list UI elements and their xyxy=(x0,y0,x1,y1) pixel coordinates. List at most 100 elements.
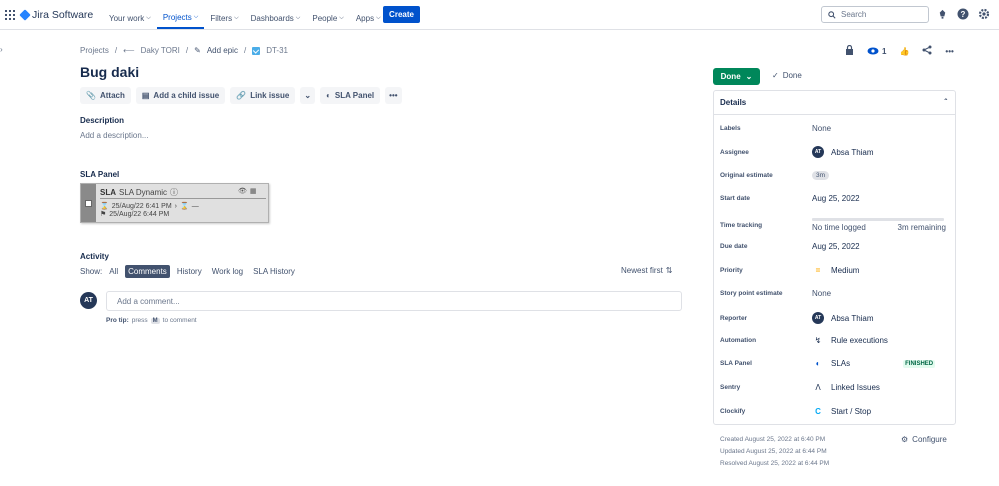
field-label: Original estimate xyxy=(720,172,773,179)
svg-text:?: ? xyxy=(961,10,966,19)
breadcrumb-separator: / xyxy=(243,46,247,55)
field-sentry: Sentry Λ Linked Issues xyxy=(720,383,950,392)
nav-people[interactable]: People ⌵ xyxy=(306,8,349,29)
time-logged: No time logged xyxy=(812,223,866,232)
nav-projects[interactable]: Projects ⌵ xyxy=(156,11,205,29)
sla-start-row: ⌛ 25/Aug/22 6:41 PM › ⌛ — xyxy=(100,202,199,211)
story-points-value[interactable]: None xyxy=(812,289,831,298)
field-label: Clockify xyxy=(720,408,746,415)
tab-history[interactable]: History xyxy=(174,265,205,278)
time-tracking-bar[interactable] xyxy=(812,218,944,221)
share-icon[interactable] xyxy=(922,45,932,57)
sla-panel-button[interactable]: ◐ SLA Panel xyxy=(320,87,381,104)
configure-button[interactable]: ⚙ Configure xyxy=(901,435,947,444)
field-label: Labels xyxy=(720,125,741,132)
status-button[interactable]: Done ⌄ xyxy=(713,68,760,85)
sentry-value[interactable]: Λ Linked Issues xyxy=(812,383,880,392)
sentry-link: Linked Issues xyxy=(831,383,880,392)
estimate-value[interactable]: 3m xyxy=(812,171,830,180)
nav-your-work[interactable]: Your work ⌵ xyxy=(103,8,157,29)
field-label: Due date xyxy=(720,243,748,250)
sort-toggle[interactable]: Newest first ⇅ xyxy=(621,266,673,275)
nav-dashboards[interactable]: Dashboards ⌵ xyxy=(245,8,307,29)
search-placeholder: Search xyxy=(841,10,867,19)
sla-end-row: ⚑ 25/Aug/22 6:44 PM xyxy=(100,210,170,219)
tab-work-log[interactable]: Work log xyxy=(209,265,246,278)
lock-icon[interactable] xyxy=(845,44,854,57)
field-original-estimate: Original estimate 3m xyxy=(720,171,950,180)
sla-title-bold: SLA xyxy=(100,188,116,197)
priority-value[interactable]: = Medium xyxy=(812,266,860,275)
sla-card-sidebar xyxy=(81,184,96,222)
field-assignee: Assignee AT Absa Thiam xyxy=(720,146,950,158)
reporter-value[interactable]: AT Absa Thiam xyxy=(812,312,874,324)
configure-label: Configure xyxy=(912,435,947,444)
sentry-icon: Λ xyxy=(815,383,821,392)
sla-end-time: 25/Aug/22 6:44 PM xyxy=(109,210,170,218)
gear-icon: ⚙ xyxy=(901,435,909,444)
assignee-name: Absa Thiam xyxy=(831,147,874,157)
activity-filter: Show: All Comments History Work log SLA … xyxy=(80,265,298,278)
breadcrumb-issue-key[interactable]: DT-31 xyxy=(266,46,288,55)
tab-sla-history[interactable]: SLA History xyxy=(250,265,298,278)
breadcrumb-add-epic[interactable]: Add epic xyxy=(207,46,238,55)
automation-value[interactable]: ↯ Rule executions xyxy=(812,336,888,345)
assignee-value[interactable]: AT Absa Thiam xyxy=(812,146,874,158)
show-label: Show: xyxy=(80,267,103,276)
link-issue-dropdown[interactable]: ⌄ xyxy=(300,87,316,104)
protip-bold: Pro tip: xyxy=(106,317,129,324)
tab-comments[interactable]: Comments xyxy=(125,265,170,278)
comment-input[interactable]: Add a comment... xyxy=(106,291,682,311)
notifications-icon[interactable] xyxy=(936,8,948,20)
thumbs-up-icon[interactable]: 👍 xyxy=(899,47,909,56)
breadcrumb-project[interactable]: Daky TORI xyxy=(141,46,180,55)
details-panel: Details ˆ Labels None Assignee AT Absa T… xyxy=(713,90,956,425)
watch-button[interactable]: 1 xyxy=(867,47,886,56)
sla-start-time: 25/Aug/22 6:41 PM xyxy=(111,202,172,210)
labels-value[interactable]: None xyxy=(812,124,831,133)
tab-all[interactable]: All xyxy=(106,265,121,278)
attach-label: Attach xyxy=(99,91,125,100)
help-icon[interactable]: ? xyxy=(957,8,969,20)
create-button[interactable]: Create xyxy=(383,6,420,23)
description-field[interactable]: Add a description... xyxy=(80,131,148,140)
field-label: Automation xyxy=(720,337,757,344)
status-badge: FINISHED xyxy=(903,359,936,368)
nav-apps[interactable]: Apps ⌵ xyxy=(350,8,387,29)
start-date-value[interactable]: Aug 25, 2022 xyxy=(812,194,860,203)
sla-value[interactable]: ◐ SLAs FINISHED xyxy=(812,359,936,368)
breadcrumb-projects[interactable]: Projects xyxy=(80,46,109,55)
sla-title-rest: SLA Dynamic xyxy=(119,188,168,197)
chevron-down-icon: ⌄ xyxy=(304,91,312,100)
avatar: AT xyxy=(812,146,824,158)
settings-icon[interactable] xyxy=(978,8,990,20)
due-date-value[interactable]: Aug 25, 2022 xyxy=(812,242,860,251)
attach-button[interactable]: 📎 Attach xyxy=(80,87,131,104)
chevron-down-icon: ⌵ xyxy=(376,15,381,21)
protip-rest: to comment xyxy=(162,317,197,324)
field-start-date: Start date Aug 25, 2022 xyxy=(720,194,950,203)
calendar-icon[interactable]: ▦ xyxy=(250,187,257,195)
nav-filters[interactable]: Filters ⌵ xyxy=(204,8,244,29)
priority-medium-icon: = xyxy=(815,266,821,275)
jira-logo[interactable]: Jira Software xyxy=(19,9,93,21)
eye-icon[interactable]: 👁 xyxy=(238,187,247,195)
sla-checkbox[interactable] xyxy=(85,199,92,207)
clockify-value[interactable]: C Start / Stop xyxy=(812,407,871,416)
field-story-points: Story point estimate None xyxy=(720,289,950,298)
link-issue-button[interactable]: 🔗 Link issue xyxy=(230,87,296,104)
issue-title[interactable]: Bug daki xyxy=(80,64,139,80)
more-actions-button[interactable]: ••• xyxy=(385,87,402,104)
more-icon[interactable]: ••• xyxy=(945,47,953,56)
nav-label: Projects xyxy=(162,13,192,22)
activity-heading: Activity xyxy=(80,252,109,261)
field-reporter: Reporter AT Absa Thiam xyxy=(720,312,950,324)
sla-panel-heading: SLA Panel xyxy=(80,170,120,179)
details-header[interactable]: Details ˆ xyxy=(714,91,955,115)
avatar: AT xyxy=(80,292,97,309)
add-child-issue-button[interactable]: ▤ Add a child issue xyxy=(135,87,226,104)
search-input[interactable]: Search xyxy=(821,6,929,23)
sidebar-expand-icon[interactable]: › xyxy=(0,45,8,59)
app-switcher-icon[interactable] xyxy=(5,10,15,20)
task-type-icon xyxy=(252,46,261,55)
